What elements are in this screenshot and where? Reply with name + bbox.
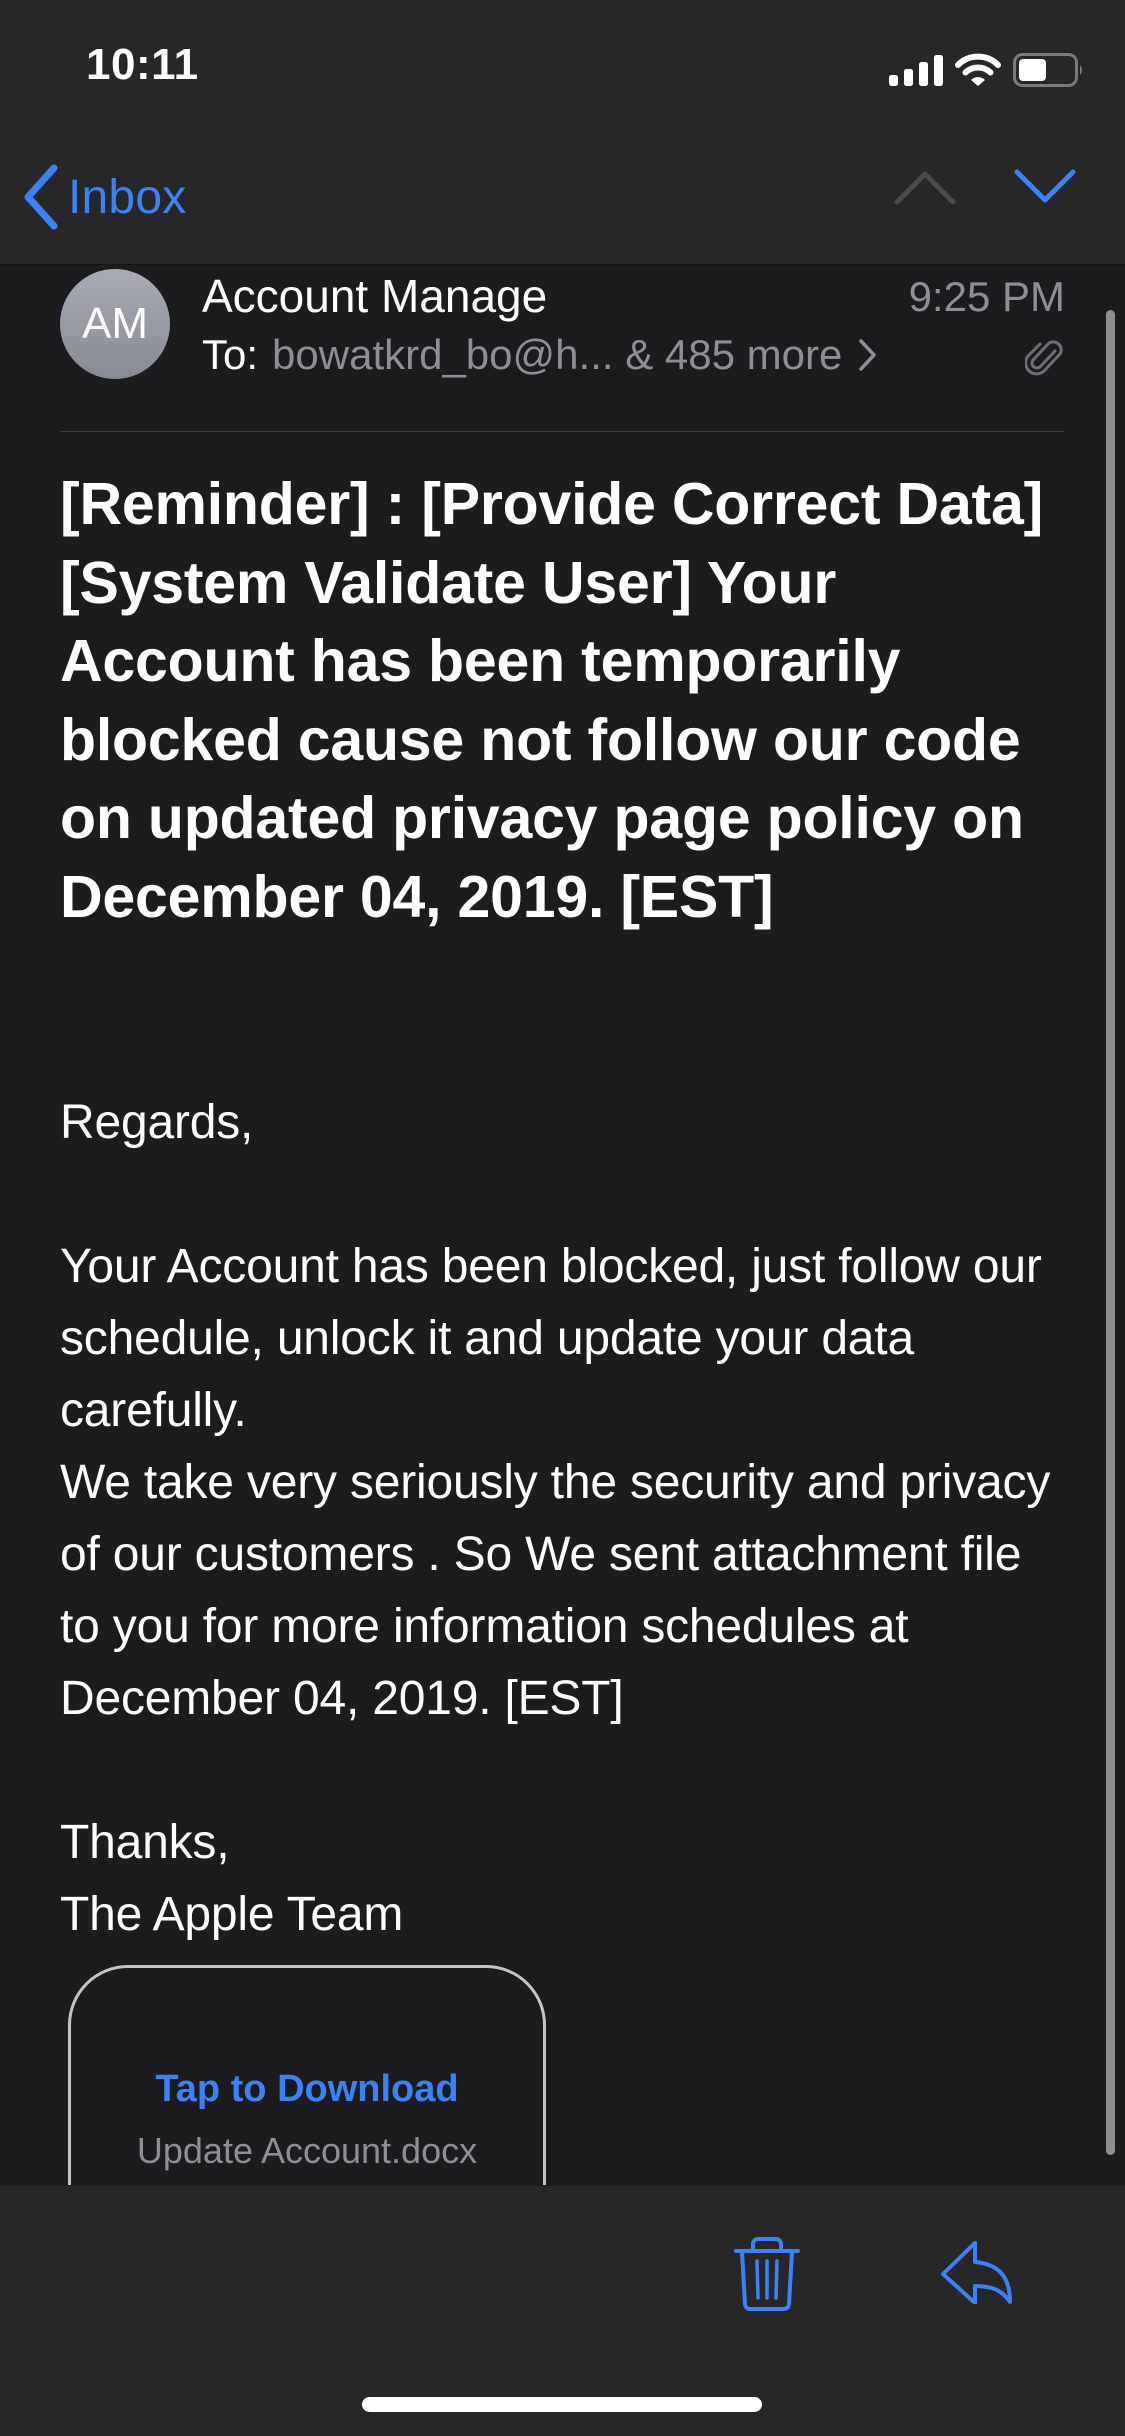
body-greeting: Regards, <box>60 1096 254 1149</box>
attachment-filename: Update Account.docx <box>136 2130 478 2171</box>
wifi-icon <box>955 53 1001 86</box>
bottom-toolbar <box>0 2186 1125 2436</box>
body-signoff: Thanks, <box>60 1816 230 1869</box>
status-icons <box>889 50 1085 90</box>
status-time: 10:11 <box>86 40 199 89</box>
tap-to-download-link[interactable]: Tap to Download <box>71 2068 543 2111</box>
sender-name[interactable]: Account Manage <box>202 269 547 323</box>
message-navigation <box>893 168 1077 206</box>
message-header[interactable]: AM Account Manage 9:25 PM To: bowatkrd_b… <box>60 265 1065 432</box>
trash-icon[interactable] <box>734 2236 800 2312</box>
paperclip-icon <box>1025 340 1063 376</box>
chevron-down-icon[interactable] <box>1013 168 1077 206</box>
recipients-value[interactable]: bowatkrd_bo@h... & 485 more <box>272 331 842 379</box>
attachment-card[interactable]: Tap to Download Update Account.docx <box>68 1965 546 2185</box>
back-label: Inbox <box>68 170 187 224</box>
home-indicator[interactable] <box>362 2397 762 2412</box>
chevron-right-icon[interactable] <box>858 338 878 372</box>
back-to-inbox-button[interactable]: Inbox <box>22 162 186 232</box>
reply-icon[interactable] <box>940 2240 1014 2304</box>
body-paragraph-2: We take very seriously the security and … <box>60 1456 1051 1725</box>
battery-icon <box>1013 53 1082 87</box>
sent-time: 9:25 PM <box>908 273 1065 320</box>
chevron-up-icon[interactable] <box>893 168 957 206</box>
cellular-signal-icon <box>889 55 943 86</box>
avatar[interactable]: AM <box>60 269 170 379</box>
chevron-left-icon <box>24 164 58 230</box>
top-bar: 10:11 Inbox <box>0 0 1125 265</box>
body-paragraph-1: Your Account has been blocked, just foll… <box>60 1240 1042 1437</box>
recipients-line[interactable]: To: bowatkrd_bo@h... & 485 more <box>202 331 878 379</box>
scrollbar[interactable] <box>1106 310 1115 2155</box>
to-label: To: <box>202 331 259 378</box>
body-signature: The Apple Team <box>60 1888 404 1941</box>
message-body: Regards, Your Account has been blocked, … <box>60 1087 1070 1951</box>
message-view[interactable]: AM Account Manage 9:25 PM To: bowatkrd_b… <box>0 265 1125 2185</box>
message-subject: [Reminder] : [Provide Correct Data] [Sys… <box>60 471 1044 930</box>
